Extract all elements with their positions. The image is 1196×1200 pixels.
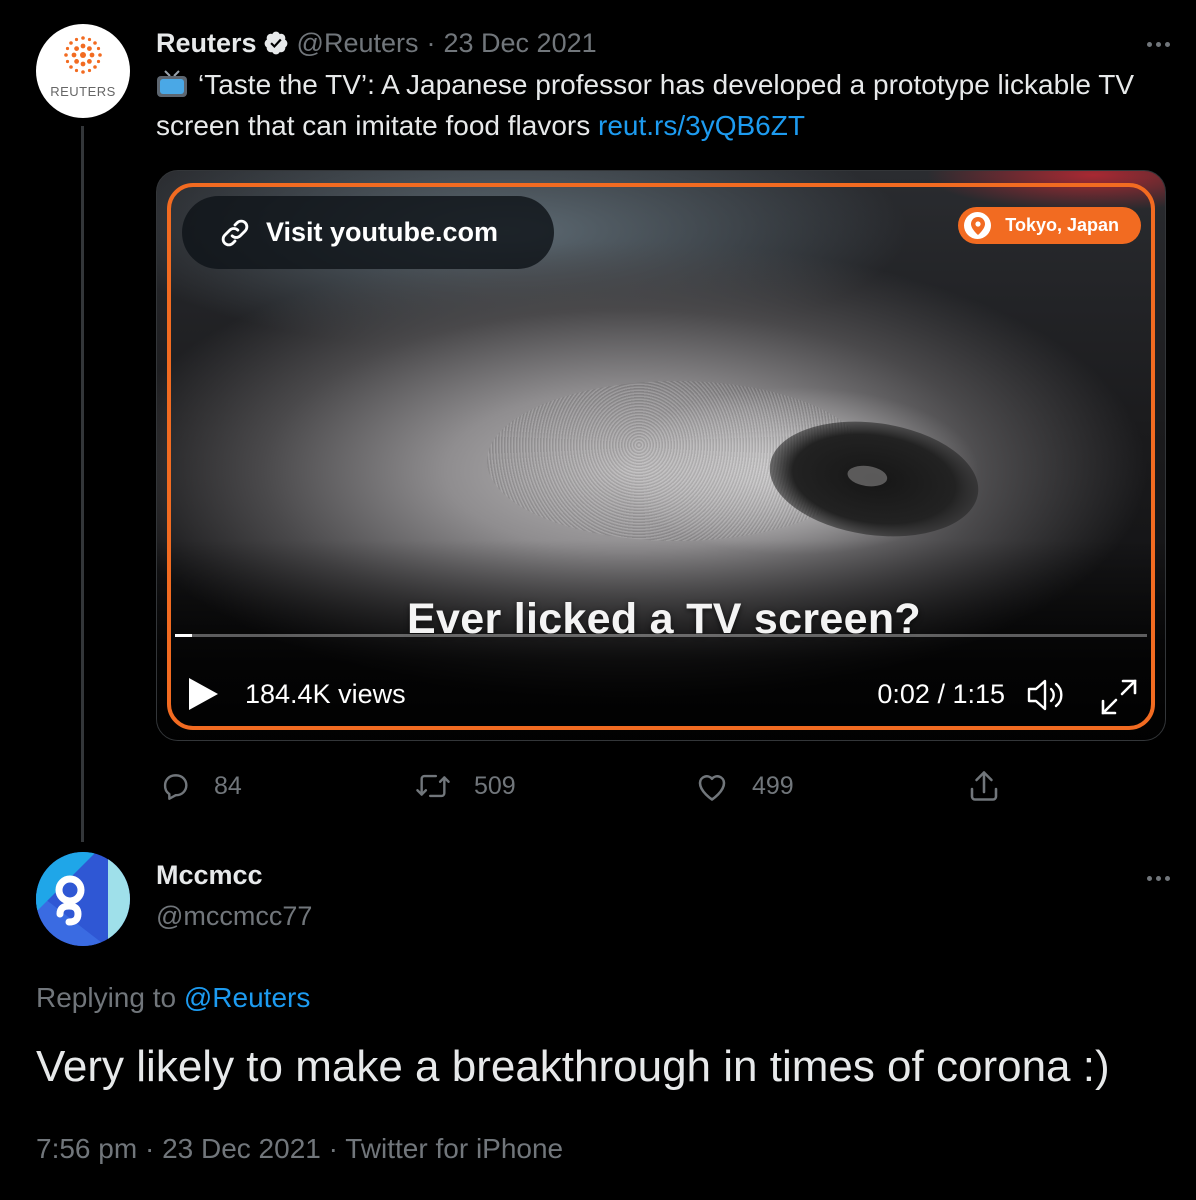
television-emoji-icon <box>157 70 187 97</box>
reply-author-name[interactable]: Mccmcc <box>156 860 263 891</box>
meta-separator: · <box>426 27 436 58</box>
verified-badge-icon <box>263 30 289 56</box>
reuters-avatar[interactable]: REUTERS <box>36 24 130 118</box>
replying-to-link[interactable]: @Reuters <box>184 982 310 1013</box>
reply-text: Very likely to make a breakthrough in ti… <box>36 1042 1110 1091</box>
reply-count: 84 <box>214 771 242 800</box>
reply-icon <box>163 774 188 800</box>
view-count: 184.4K views <box>245 679 406 709</box>
reply-author-handle[interactable]: @mccmcc77 <box>156 901 312 932</box>
video-controls: 184.4K views 0:02 / 1:15 <box>157 669 1165 721</box>
location-tag: Tokyo, Japan <box>958 207 1141 244</box>
visit-site-button[interactable]: Visit youtube.com <box>182 196 554 269</box>
replying-to: Replying to @Reuters <box>36 982 310 1014</box>
share-icon <box>970 771 998 801</box>
thread-connector <box>81 126 84 842</box>
reuters-logo-icon <box>64 36 102 74</box>
meta-separator: · <box>144 1133 155 1164</box>
video-time: 0:02 / 1:15 <box>877 679 1005 709</box>
heart-icon <box>698 775 726 801</box>
reply-time[interactable]: 7:56 pm <box>36 1133 137 1164</box>
video-player[interactable]: Visit youtube.com Tokyo, Japan Ever lick… <box>156 170 1166 741</box>
retweet-action[interactable]: 509 <box>414 766 516 806</box>
video-progress-fill <box>175 634 193 637</box>
tweet-date[interactable]: 23 Dec 2021 <box>444 28 597 59</box>
video-progress-bar[interactable] <box>175 634 1147 637</box>
mccmcc-avatar[interactable] <box>36 852 130 946</box>
parent-tweet-header: Reuters @Reuters · 23 Dec 2021 <box>156 26 597 60</box>
like-count: 499 <box>752 771 794 800</box>
tweet-text: ‘Taste the TV’: A Japanese professor has… <box>156 64 1136 146</box>
author-handle[interactable]: @Reuters <box>297 28 419 59</box>
author-name[interactable]: Reuters <box>156 28 257 59</box>
reply-more-options-icon[interactable] <box>1147 876 1170 881</box>
reuters-wordmark: REUTERS <box>50 84 116 99</box>
reply-date[interactable]: 23 Dec 2021 <box>162 1133 321 1164</box>
video-frame-highlight <box>925 171 1165 211</box>
volume-icon[interactable] <box>1025 675 1069 715</box>
fullscreen-icon[interactable] <box>1097 675 1141 719</box>
location-pin-icon <box>964 212 992 239</box>
like-action[interactable]: 499 <box>694 766 794 806</box>
retweet-icon <box>416 774 450 798</box>
meta-separator: · <box>328 1133 338 1164</box>
reply-timestamp: 7:56 pm · 23 Dec 2021 · Twitter for iPho… <box>36 1133 563 1165</box>
reply-source[interactable]: Twitter for iPhone <box>345 1133 563 1164</box>
mccmcc-avatar-image <box>36 852 130 946</box>
retweet-count: 509 <box>474 771 516 800</box>
link-icon <box>221 219 249 246</box>
play-icon[interactable] <box>187 677 219 711</box>
visit-site-label: Visit youtube.com <box>266 217 499 247</box>
replying-prefix: Replying to <box>36 982 177 1013</box>
more-options-icon[interactable] <box>1147 42 1170 47</box>
share-action[interactable] <box>966 766 1002 806</box>
tweet-link[interactable]: reut.rs/3yQB6ZT <box>598 110 805 141</box>
location-label: Tokyo, Japan <box>1005 215 1119 235</box>
reply-action[interactable]: 84 <box>158 766 242 806</box>
